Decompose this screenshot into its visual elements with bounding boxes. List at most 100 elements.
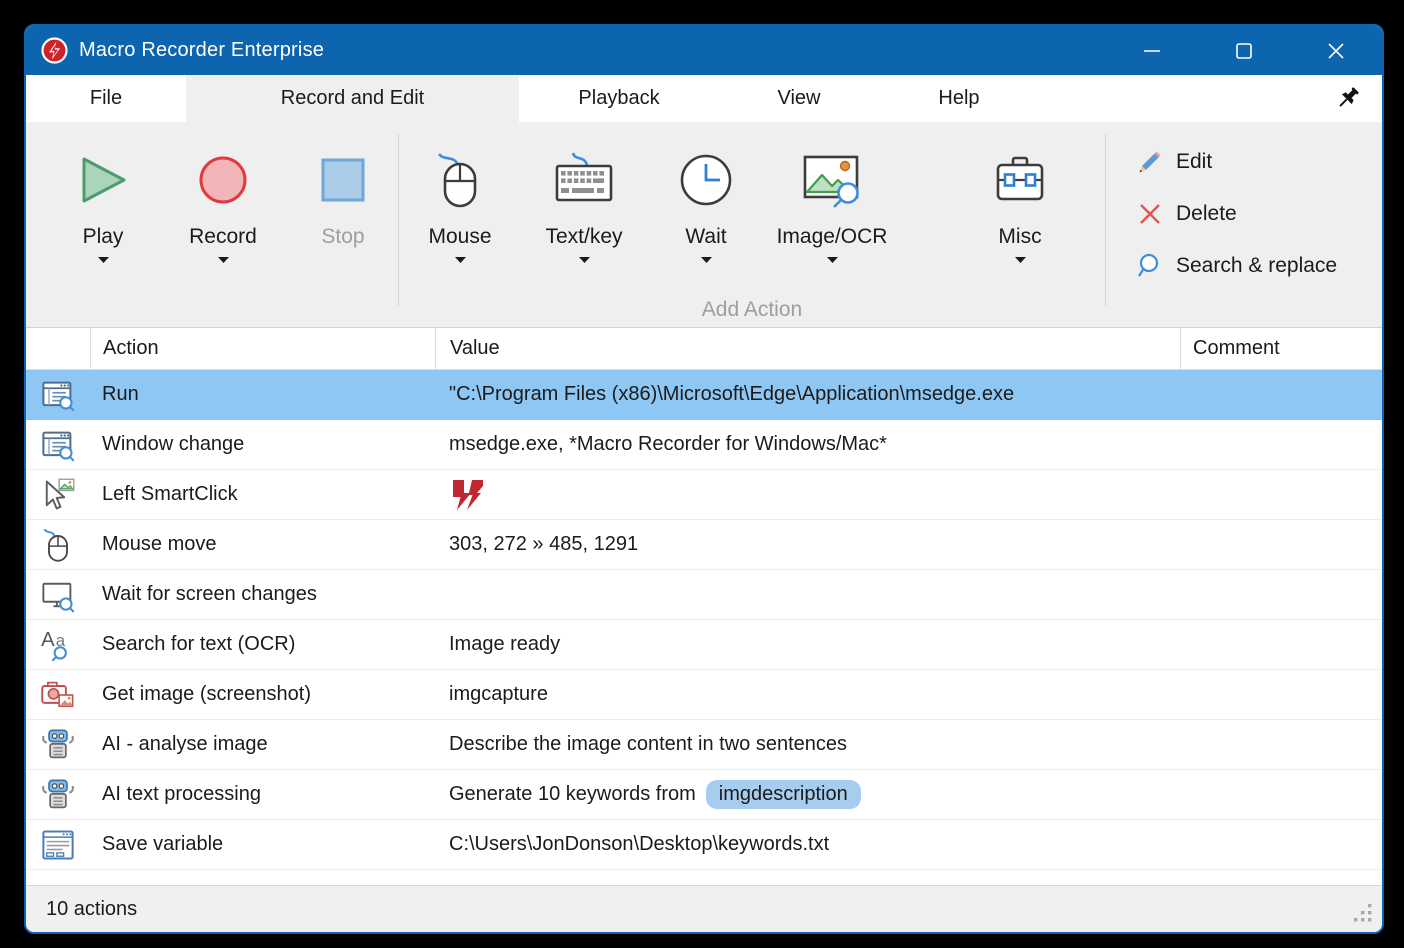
- action-column-header[interactable]: Action: [90, 328, 435, 369]
- value-text: 303, 272 » 485, 1291: [449, 533, 638, 556]
- value-cell: imgcapture: [435, 670, 1180, 719]
- mouse-small-icon: [40, 527, 76, 563]
- comment-cell: [1180, 670, 1382, 719]
- delete-button[interactable]: Delete: [1136, 196, 1337, 232]
- imageocr-dropdown-caret[interactable]: [827, 257, 838, 263]
- add-action-group-label: Add Action: [399, 298, 1105, 324]
- value-text: Image ready: [449, 633, 560, 656]
- comment-cell: [1180, 720, 1382, 769]
- value-cell: Generate 10 keywords from imgdescription: [435, 770, 1180, 819]
- value-cell: Image ready: [435, 620, 1180, 669]
- mouse-dropdown-caret[interactable]: [455, 257, 466, 263]
- tab-playback-label: Playback: [578, 87, 659, 110]
- comment-column-header[interactable]: Comment: [1180, 328, 1382, 369]
- textkey-button[interactable]: Text/key: [521, 122, 647, 263]
- maximize-icon: [1233, 40, 1255, 62]
- robot-icon: [40, 727, 76, 763]
- table-row-left-smartclick[interactable]: Left SmartClick: [26, 470, 1382, 520]
- imageocr-button[interactable]: Image/OCR: [765, 122, 899, 263]
- table-row-ai-analyse-image[interactable]: AI - analyse image Describe the image co…: [26, 720, 1382, 770]
- comment-cell: [1180, 820, 1382, 869]
- record-button[interactable]: Record: [158, 122, 288, 263]
- edit-label: Edit: [1176, 150, 1212, 174]
- ocr-text-icon: A a: [40, 627, 76, 663]
- minimize-button[interactable]: [1106, 26, 1198, 75]
- close-button[interactable]: [1290, 26, 1382, 75]
- ribbon-toolbar: Play Record Stop: [26, 122, 1382, 328]
- delete-label: Delete: [1176, 202, 1237, 226]
- tab-help[interactable]: Help: [879, 75, 1039, 122]
- textkey-label: Text/key: [545, 224, 622, 250]
- record-icon: [195, 152, 251, 208]
- app-window: Macro Recorder Enterprise File Record an…: [24, 24, 1384, 934]
- robot-icon: [40, 777, 76, 813]
- tab-record-and-edit[interactable]: Record and Edit: [186, 75, 519, 122]
- value-cell: Describe the image content in two senten…: [435, 720, 1180, 769]
- mouse-icon: [432, 151, 488, 209]
- comment-cell: [1180, 520, 1382, 569]
- briefcase-icon: [991, 152, 1049, 208]
- minimize-icon: [1141, 40, 1163, 62]
- svg-text:A: A: [41, 629, 55, 651]
- variable-chip[interactable]: imgdescription: [706, 780, 861, 809]
- table-row-get-image[interactable]: Get image (screenshot) imgcapture: [26, 670, 1382, 720]
- value-text: Generate 10 keywords from: [449, 783, 696, 806]
- value-cell: "C:\Program Files (x86)\Microsoft\Edge\A…: [435, 370, 1180, 419]
- comment-cell: [1180, 620, 1382, 669]
- record-dropdown-caret[interactable]: [218, 257, 229, 263]
- comment-cell: [1180, 470, 1382, 519]
- table-row-wait-screen-changes[interactable]: Wait for screen changes: [26, 570, 1382, 620]
- tab-view[interactable]: View: [719, 75, 879, 122]
- keyboard-icon: [551, 151, 617, 209]
- close-icon: [1325, 40, 1347, 62]
- menu-bar: File Record and Edit Playback View Help: [26, 75, 1382, 122]
- status-bar: 10 actions: [26, 885, 1382, 932]
- value-cell: C:\Users\JonDonson\Desktop\keywords.txt: [435, 820, 1180, 869]
- comment-cell: [1180, 420, 1382, 469]
- pin-icon[interactable]: [1334, 85, 1361, 112]
- action-cell: Window change: [90, 420, 435, 469]
- window-title: Macro Recorder Enterprise: [79, 39, 324, 62]
- clock-icon: [677, 151, 735, 209]
- maximize-button[interactable]: [1198, 26, 1290, 75]
- textkey-dropdown-caret[interactable]: [579, 257, 590, 263]
- table-row-run[interactable]: Run "C:\Program Files (x86)\Microsoft\Ed…: [26, 370, 1382, 420]
- save-variable-icon: [40, 827, 76, 863]
- action-cell: Mouse move: [90, 520, 435, 569]
- action-cell: Search for text (OCR): [90, 620, 435, 669]
- misc-button[interactable]: Misc: [935, 122, 1105, 263]
- table-header: Action Value Comment: [26, 328, 1382, 370]
- tab-file-label: File: [90, 87, 122, 110]
- table-row-ai-text-processing[interactable]: AI text processing Generate 10 keywords …: [26, 770, 1382, 820]
- macro-recorder-logo: [449, 478, 483, 512]
- search-replace-button[interactable]: Search & replace: [1136, 248, 1337, 284]
- mouse-button[interactable]: Mouse: [399, 122, 521, 263]
- wait-dropdown-caret[interactable]: [701, 257, 712, 263]
- table-row-save-variable[interactable]: Save variable C:\Users\JonDonson\Desktop…: [26, 820, 1382, 870]
- play-button[interactable]: Play: [48, 122, 158, 263]
- table-row-search-text-ocr[interactable]: A a Search for text (OCR) Image ready: [26, 620, 1382, 670]
- action-cell: Left SmartClick: [90, 470, 435, 519]
- table-row-mouse-move[interactable]: Mouse move 303, 272 » 485, 1291: [26, 520, 1382, 570]
- stop-button: Stop: [288, 122, 398, 250]
- table-row-window-change[interactable]: Window change msedge.exe, *Macro Recorde…: [26, 420, 1382, 470]
- value-text: C:\Users\JonDonson\Desktop\keywords.txt: [449, 833, 829, 856]
- value-text: imgcapture: [449, 683, 548, 706]
- title-bar: Macro Recorder Enterprise: [26, 26, 1382, 75]
- value-cell: 303, 272 » 485, 1291: [435, 520, 1180, 569]
- value-column-header[interactable]: Value: [435, 328, 1180, 369]
- action-count: 10 actions: [46, 898, 137, 921]
- action-cell: Run: [90, 370, 435, 419]
- tab-playback[interactable]: Playback: [519, 75, 719, 122]
- play-dropdown-caret[interactable]: [98, 257, 109, 263]
- misc-label: Misc: [998, 224, 1041, 250]
- smartclick-cursor-icon: [40, 477, 76, 513]
- edit-button[interactable]: Edit: [1136, 144, 1337, 180]
- wait-button[interactable]: Wait: [647, 122, 765, 263]
- resize-grip[interactable]: [1352, 902, 1374, 924]
- play-label: Play: [83, 224, 124, 250]
- tab-file[interactable]: File: [26, 75, 186, 122]
- misc-dropdown-caret[interactable]: [1015, 257, 1026, 263]
- wait-label: Wait: [685, 224, 726, 250]
- icon-column-header: [26, 328, 90, 369]
